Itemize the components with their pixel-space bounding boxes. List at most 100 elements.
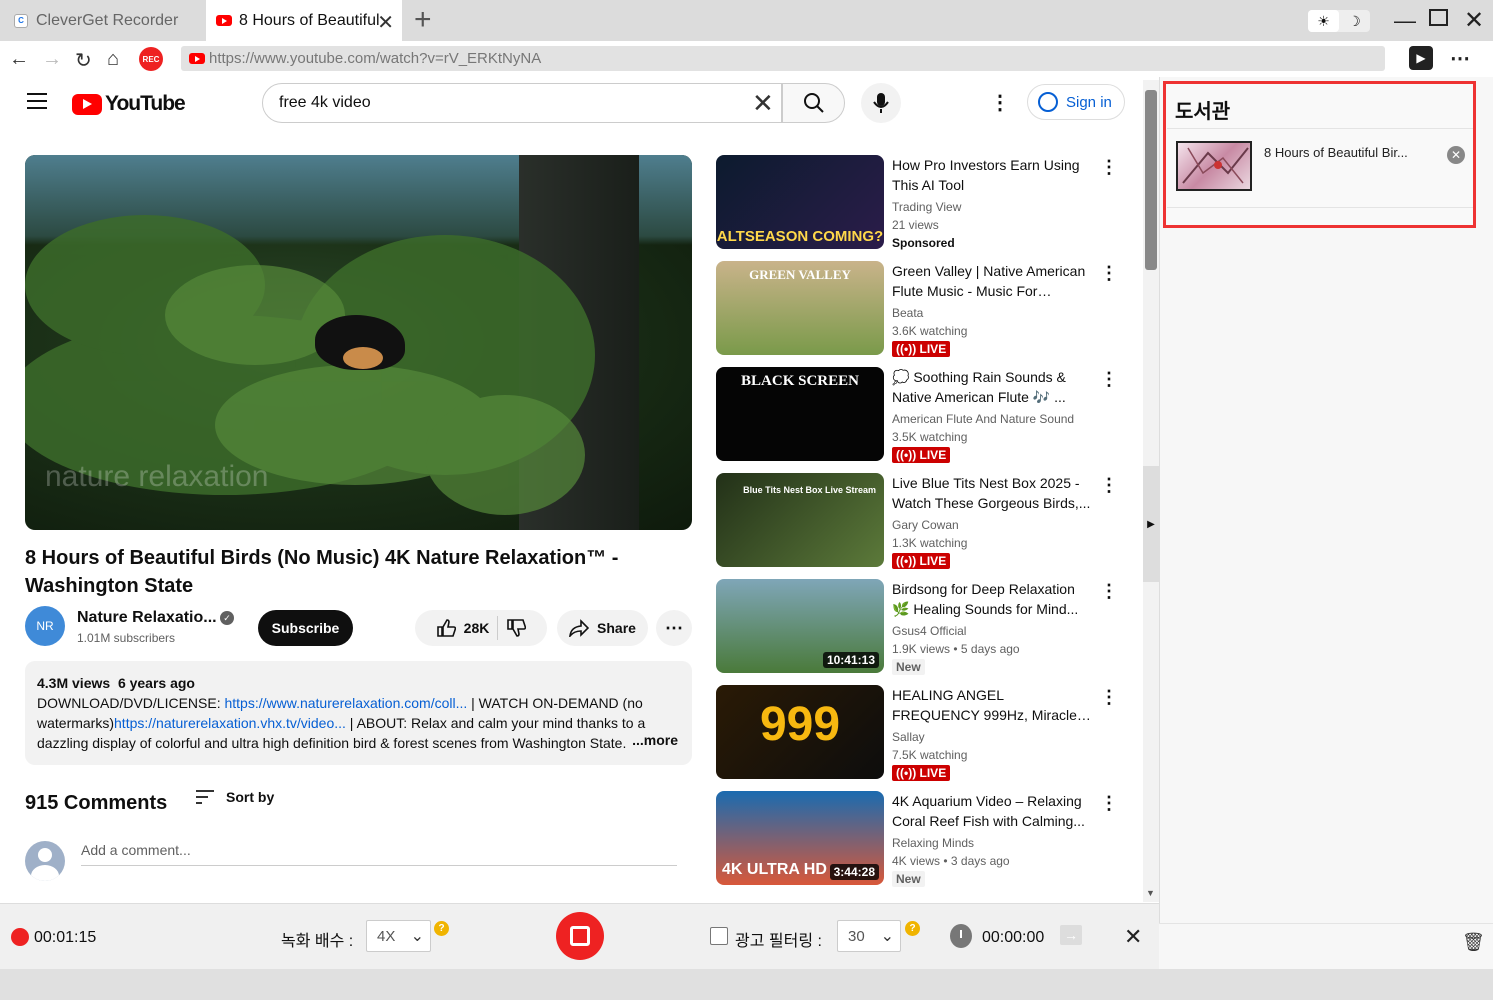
clear-search-icon[interactable]: ✕ — [752, 88, 774, 119]
recommended-video[interactable]: 4K ULTRA HD 3:44:28 4K Aquarium Video – Re… — [716, 791, 1136, 887]
forward-icon[interactable]: → — [42, 48, 62, 71]
video-title[interactable]: Live Blue Tits Nest Box 2025 - Watch The… — [892, 473, 1092, 513]
menu-icon[interactable] — [27, 93, 47, 109]
show-more-button[interactable]: ...more — [626, 730, 678, 750]
more-menu-icon[interactable]: ⋯ — [1450, 46, 1470, 71]
video-thumbnail[interactable]: 10:41:13 — [716, 579, 884, 673]
video-title[interactable]: Birdsong for Deep Relaxation 🌿 Healing S… — [892, 579, 1092, 619]
channel-name[interactable]: Nature Relaxatio... — [77, 609, 217, 627]
add-comment-input[interactable]: Add a comment... — [81, 842, 677, 866]
video-thumbnail[interactable]: 999 — [716, 685, 884, 779]
channel-name[interactable]: Sallay — [892, 730, 925, 744]
tab-youtube[interactable]: 8 Hours of Beautiful ✕ — [206, 0, 402, 41]
search-button[interactable] — [782, 83, 845, 123]
video-title[interactable]: 4K Aquarium Video – Relaxing Coral Reef … — [892, 791, 1092, 831]
new-tab-button[interactable]: + — [414, 5, 432, 35]
video-title[interactable]: Green Valley | Native American Flute Mus… — [892, 261, 1092, 301]
close-recorder-icon[interactable]: ✕ — [1124, 924, 1142, 950]
back-icon[interactable]: ← — [9, 48, 29, 71]
home-icon[interactable]: ⌂ — [107, 48, 119, 71]
video-player[interactable]: nature relaxation — [25, 155, 692, 530]
collapse-panel-icon[interactable]: ▶ — [1143, 466, 1159, 582]
help-icon[interactable]: ? — [434, 921, 449, 936]
ad-filter-checkbox[interactable] — [710, 927, 728, 945]
youtube-play-icon — [72, 93, 102, 115]
close-tab-icon[interactable]: ✕ — [377, 10, 394, 35]
like-count[interactable]: 28K — [464, 620, 490, 636]
more-actions-button[interactable]: ⋯ — [656, 610, 692, 646]
recommended-video[interactable]: 10:41:13 Birdsong for Deep Relaxation 🌿 H… — [716, 579, 1136, 675]
description-link[interactable]: https://naturerelaxation.vhx.tv/video... — [114, 715, 346, 731]
channel-avatar[interactable]: NR — [25, 606, 65, 646]
record-button[interactable]: REC — [139, 47, 163, 71]
channel-name[interactable]: Relaxing Minds — [892, 836, 974, 850]
sort-label: Sort by — [226, 789, 275, 805]
channel-name[interactable]: Trading View — [892, 200, 961, 214]
channel-name[interactable]: Gsus4 Official — [892, 624, 966, 638]
video-badge: ((•)) LIVE — [892, 553, 951, 569]
scroll-down-icon[interactable]: ▼ — [1146, 888, 1155, 898]
video-stats: 1.3K watching — [892, 536, 968, 550]
tab-label: CleverGet Recorder — [36, 11, 179, 29]
video-thumbnail[interactable]: 4K ULTRA HD 3:44:28 — [716, 791, 884, 885]
help-icon[interactable]: ? — [905, 921, 920, 936]
sign-in-button[interactable]: Sign in — [1027, 84, 1125, 120]
ad-filter-select[interactable]: 30 ⌄ — [837, 920, 901, 952]
more-options-icon[interactable]: ⋮ — [1100, 581, 1118, 602]
reload-icon[interactable]: ↻ — [75, 48, 92, 73]
more-options-icon[interactable]: ⋮ — [1100, 793, 1118, 814]
description-box[interactable]: 4.3M views 6 years ago DOWNLOAD/DVD/LICE… — [25, 661, 692, 765]
video-title[interactable]: How Pro Investors Earn Using This AI Too… — [892, 155, 1092, 195]
theme-toggle[interactable]: ☀ ☽ — [1308, 10, 1370, 32]
trash-icon[interactable]: 🗑 — [1462, 932, 1485, 953]
video-thumbnail[interactable]: Blue Tits Nest Box Live Stream — [716, 473, 884, 567]
video-badge: ((•)) LIVE — [892, 765, 951, 781]
arrow-right-icon[interactable]: → — [1060, 925, 1082, 945]
channel-name[interactable]: American Flute And Nature Sound — [892, 412, 1074, 426]
youtube-logo[interactable]: YouTube — [72, 92, 186, 116]
timer-icon[interactable] — [950, 924, 972, 948]
more-options-icon[interactable]: ⋮ — [1100, 475, 1118, 496]
thumbs-up-icon[interactable] — [436, 618, 456, 638]
url-field[interactable]: https://www.youtube.com/watch?v=rV_ERKtN… — [181, 46, 1385, 71]
sun-icon[interactable]: ☀ — [1308, 10, 1339, 32]
share-button[interactable]: Share — [557, 610, 648, 646]
subscribe-button[interactable]: Subscribe — [258, 610, 353, 646]
search-input[interactable]: free 4k video — [262, 83, 782, 123]
microphone-button[interactable] — [861, 83, 901, 123]
video-thumbnail[interactable]: GREEN VALLEY — [716, 261, 884, 355]
recommended-video[interactable]: 999 HEALING ANGEL FREQUENCY 999Hz, Miracl… — [716, 685, 1136, 781]
moon-icon[interactable]: ☽ — [1339, 10, 1370, 32]
video-title[interactable]: 💭 Soothing Rain Sounds & Native American… — [892, 367, 1092, 407]
recommended-video[interactable]: Blue Tits Nest Box Live Stream Live Blue … — [716, 473, 1136, 569]
speed-select[interactable]: 4X ⌄ — [366, 920, 431, 952]
sort-by-button[interactable]: Sort by — [196, 789, 274, 805]
recommended-video[interactable]: GREEN VALLEY Green Valley | Native Americ… — [716, 261, 1136, 357]
recommended-video[interactable]: BLACK SCREEN 💭 Soothing Rain Sounds & Nat… — [716, 367, 1136, 463]
library-item-thumbnail[interactable] — [1176, 141, 1252, 191]
thumbs-down-icon[interactable] — [506, 618, 527, 638]
video-meta: 4.3M views 6 years ago — [37, 675, 195, 691]
close-window-button[interactable]: ✕ — [1464, 6, 1484, 35]
more-options-icon[interactable]: ⋮ — [1100, 157, 1118, 178]
recommended-video[interactable]: ALTSEASON COMING? How Pro Investors Earn … — [716, 155, 1136, 251]
maximize-button[interactable] — [1429, 9, 1448, 26]
video-badge: New — [892, 659, 925, 675]
settings-more-icon[interactable]: ⋮ — [990, 90, 1010, 115]
microphone-icon — [873, 93, 889, 113]
channel-name[interactable]: Beata — [892, 306, 923, 320]
tab-cleverget[interactable]: C CleverGet Recorder — [0, 0, 204, 41]
more-options-icon[interactable]: ⋮ — [1100, 687, 1118, 708]
stop-recording-button[interactable] — [556, 912, 604, 960]
minimize-button[interactable]: — — [1394, 8, 1416, 34]
video-thumbnail[interactable]: ALTSEASON COMING? — [716, 155, 884, 249]
video-thumbnail[interactable]: BLACK SCREEN — [716, 367, 884, 461]
video-title[interactable]: HEALING ANGEL FREQUENCY 999Hz, Miracles … — [892, 685, 1092, 725]
description-link[interactable]: https://www.naturerelaxation.com/coll... — [224, 695, 467, 711]
download-icon[interactable]: ▶ — [1409, 46, 1433, 70]
more-options-icon[interactable]: ⋮ — [1100, 263, 1118, 284]
library-item-title[interactable]: 8 Hours of Beautiful Bir... — [1264, 145, 1408, 160]
more-options-icon[interactable]: ⋮ — [1100, 369, 1118, 390]
channel-name[interactable]: Gary Cowan — [892, 518, 959, 532]
remove-item-icon[interactable]: ✕ — [1447, 146, 1465, 164]
